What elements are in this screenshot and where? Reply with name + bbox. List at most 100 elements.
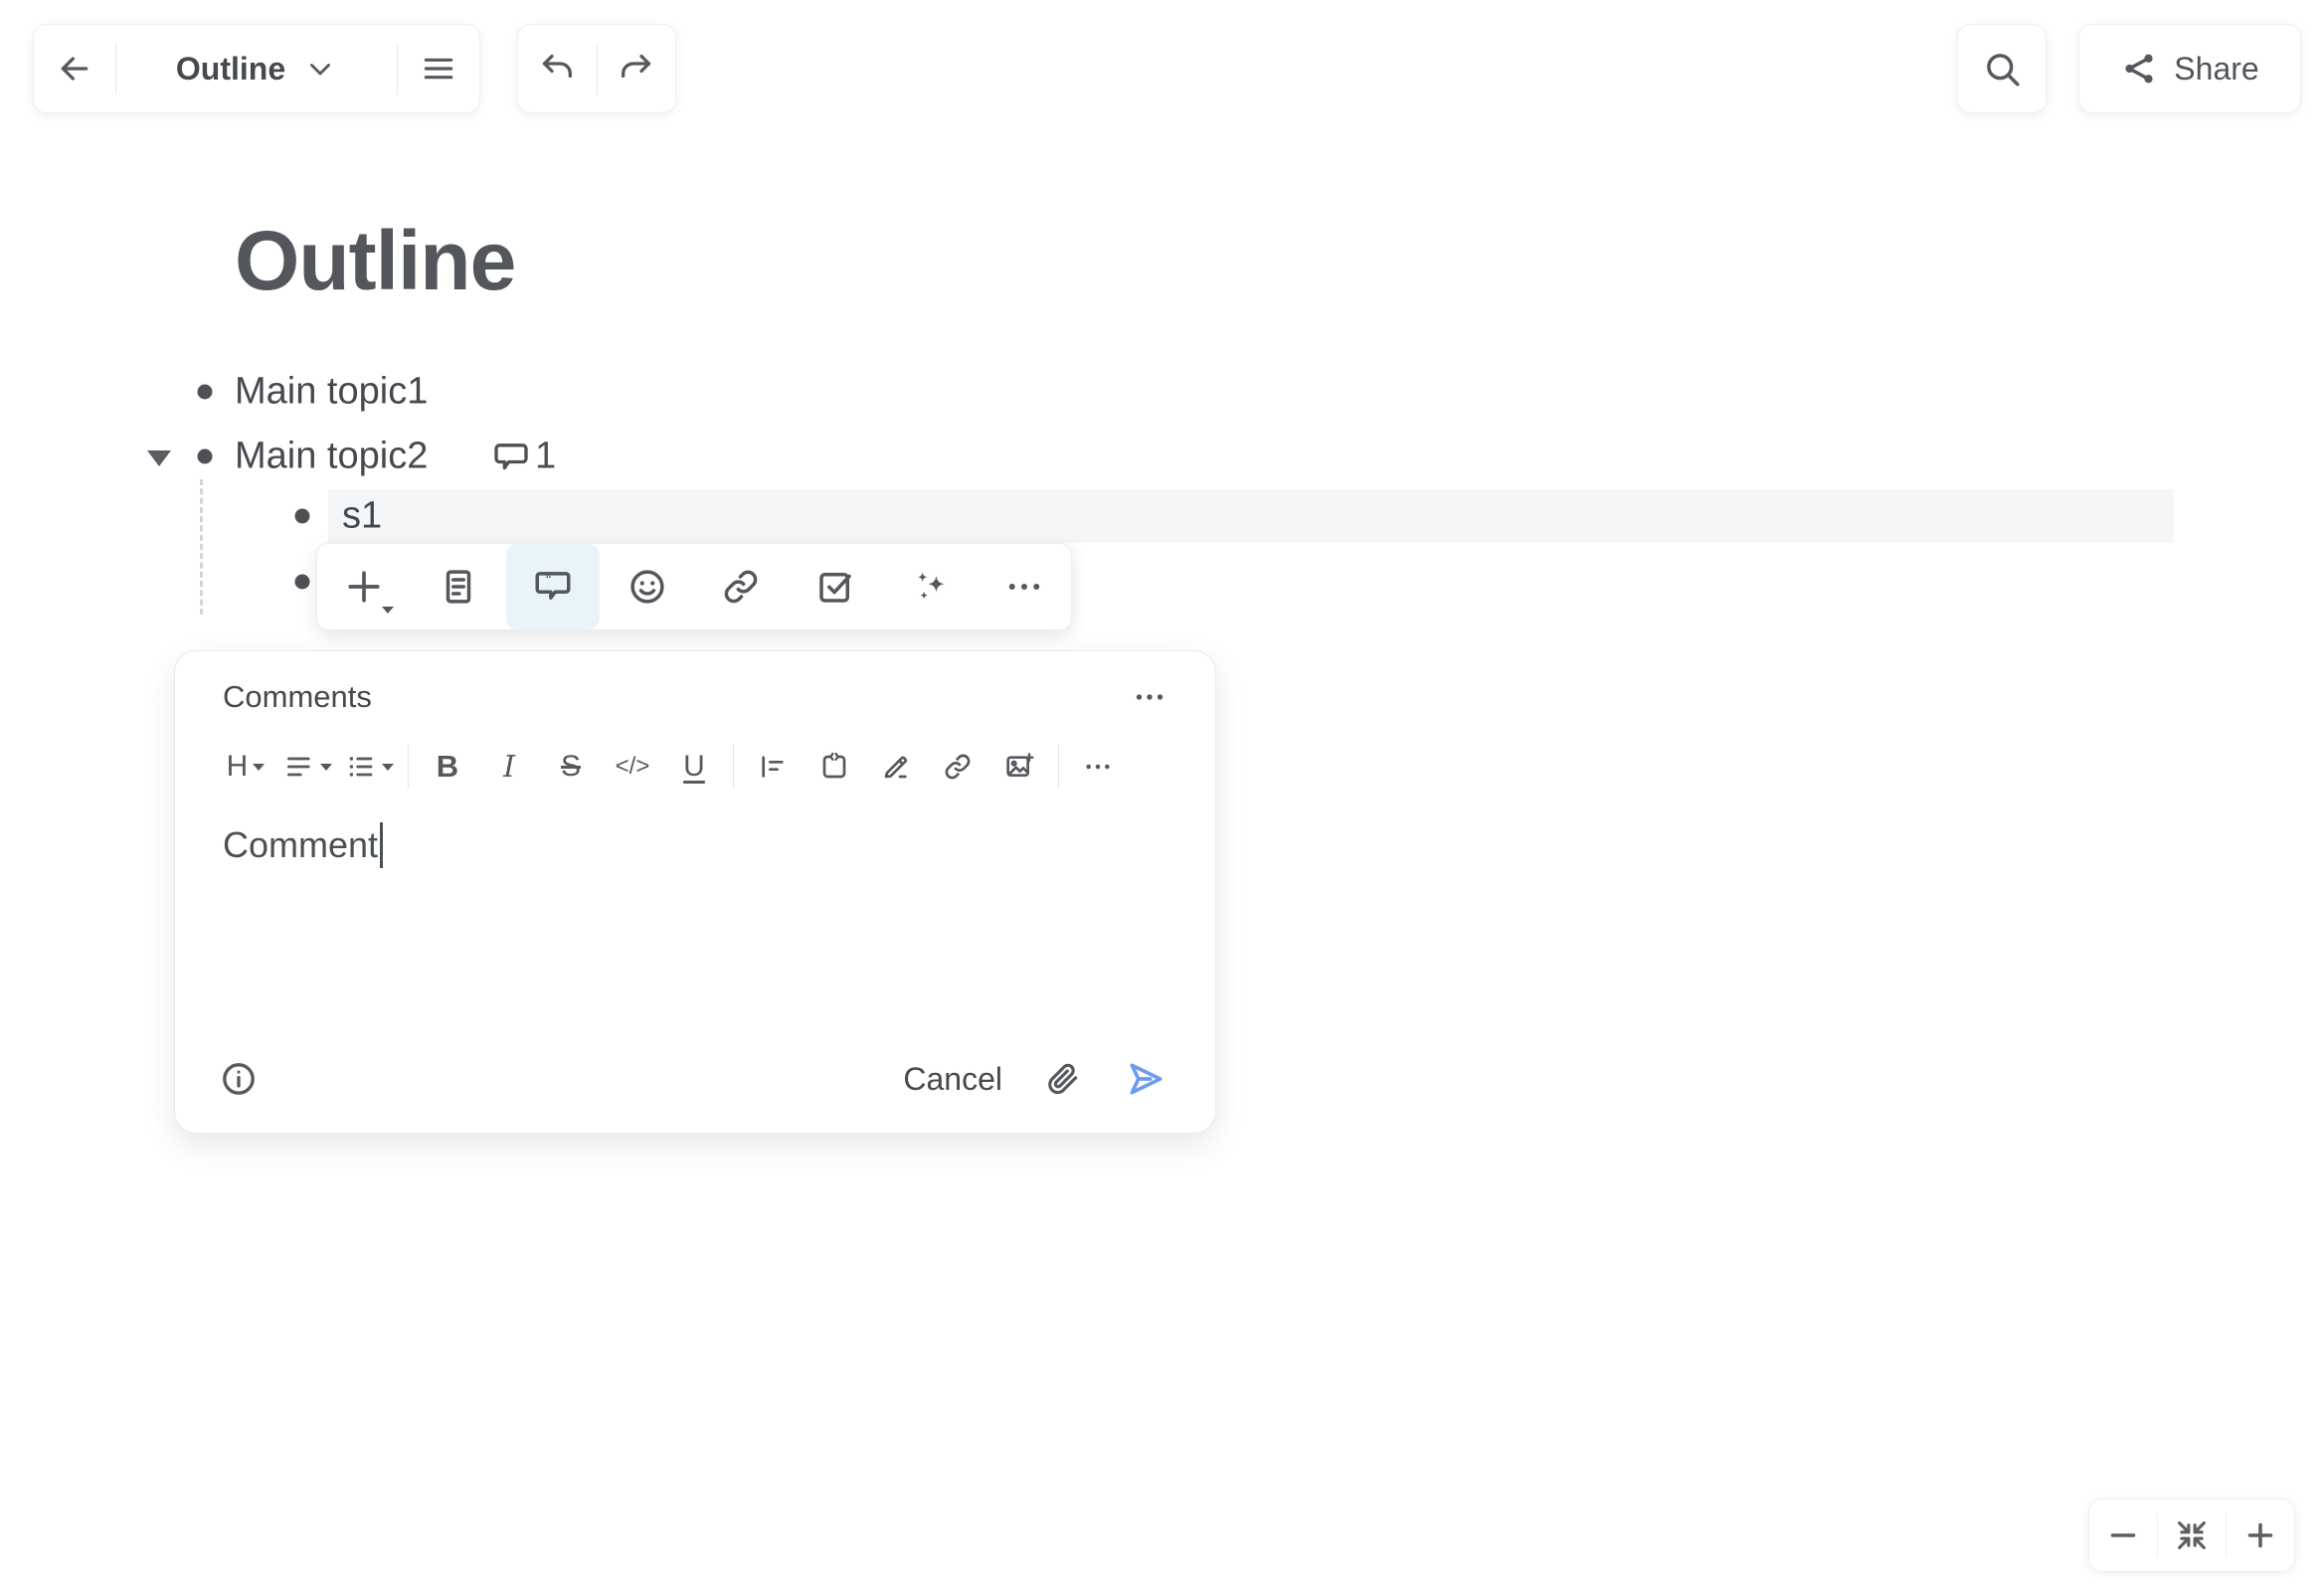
redo-icon: [617, 49, 656, 89]
chevron-down-icon: [382, 607, 394, 614]
underline-button[interactable]: U: [663, 743, 725, 791]
link-icon: [942, 751, 974, 783]
note-icon: [438, 566, 479, 608]
comments-panel: Comments H: [174, 650, 1216, 1134]
history-group: [517, 24, 676, 113]
insert-image-icon: [1003, 751, 1035, 783]
divider: [1058, 745, 1059, 789]
ai-sparkles-icon: [908, 565, 952, 609]
more-formats-button[interactable]: [1067, 743, 1129, 791]
ellipsis-icon: [1082, 751, 1114, 783]
highlighter-button[interactable]: [865, 743, 927, 791]
doc-switcher-label: Outline: [176, 51, 285, 88]
minus-icon: [2105, 1517, 2141, 1553]
zoom-in-button[interactable]: [2227, 1517, 2294, 1553]
share-button[interactable]: Share: [2078, 24, 2301, 113]
search-button[interactable]: [1957, 24, 2047, 113]
comment-input[interactable]: Comment: [223, 822, 383, 868]
send-button[interactable]: [1124, 1057, 1167, 1101]
link-button[interactable]: [927, 743, 988, 791]
comments-panel-title: Comments: [223, 679, 372, 715]
code-block-button[interactable]: [804, 743, 865, 791]
comment-button[interactable]: “: [506, 544, 601, 629]
strikethrough-icon: S: [561, 750, 581, 784]
outline-item-main-topic1[interactable]: Main topic1: [235, 371, 428, 414]
bold-button[interactable]: B: [417, 743, 478, 791]
ellipsis-icon: [1003, 566, 1045, 608]
heading-button[interactable]: H: [215, 743, 276, 791]
emoji-icon: [626, 566, 668, 608]
share-button-label: Share: [2174, 51, 2258, 88]
bullet-list-icon: [345, 751, 377, 783]
bold-icon: B: [437, 749, 458, 785]
align-icon: [283, 751, 315, 783]
bullet-handle[interactable]: [295, 575, 310, 590]
info-button[interactable]: [219, 1059, 259, 1099]
chevron-down-icon: [253, 764, 265, 771]
add-icon: [342, 565, 386, 609]
inline-code-icon: </>: [616, 753, 650, 781]
arrow-left-icon: [55, 49, 94, 89]
ai-button[interactable]: [883, 544, 978, 629]
topbar-left-group: Outline: [33, 24, 480, 113]
checklist-icon: [814, 566, 856, 608]
outline-item-s1[interactable]: s1: [342, 495, 382, 538]
doc-switcher[interactable]: Outline: [116, 25, 397, 112]
paperclip-icon: [1044, 1060, 1082, 1098]
search-icon: [1981, 48, 2023, 89]
text-cursor: [380, 822, 383, 868]
comment-draft-text: Comment: [223, 824, 378, 866]
more-button[interactable]: [977, 544, 1071, 629]
bullet-handle[interactable]: [198, 385, 213, 400]
zoom-controls: [2088, 1499, 2295, 1572]
strikethrough-button[interactable]: S: [540, 743, 602, 791]
link-icon: [720, 566, 762, 608]
insert-image-button[interactable]: [988, 743, 1050, 791]
undo-button[interactable]: [518, 25, 597, 112]
underline-icon: U: [683, 750, 705, 784]
fit-to-screen-button[interactable]: [2158, 1516, 2226, 1554]
outline-editor-canvas: Outline: [0, 0, 2323, 1596]
code-block-icon: [818, 751, 850, 783]
svg-text:“: “: [546, 572, 551, 589]
checklist-button[interactable]: [789, 544, 883, 629]
menu-button[interactable]: [398, 25, 479, 112]
ordered-list-button[interactable]: [742, 743, 804, 791]
chevron-down-icon: [303, 52, 337, 86]
add-button[interactable]: [317, 544, 412, 629]
comment-bubble-icon: [491, 437, 531, 476]
redo-button[interactable]: [598, 25, 676, 112]
outline-item-main-topic2[interactable]: Main topic2: [235, 436, 428, 478]
highlighter-icon: [880, 751, 912, 783]
italic-icon: I: [503, 750, 515, 785]
bullet-handle[interactable]: [198, 449, 213, 464]
bullet-handle[interactable]: [295, 509, 310, 524]
row-highlight: [328, 489, 2174, 543]
back-button[interactable]: [34, 25, 115, 112]
comment-count-badge[interactable]: 1: [491, 436, 556, 478]
align-button[interactable]: [276, 743, 338, 791]
cancel-button[interactable]: Cancel: [903, 1061, 1002, 1098]
chevron-down-icon: [382, 764, 394, 771]
row-floating-toolbar: “: [316, 543, 1072, 630]
divider: [733, 745, 734, 789]
emoji-button[interactable]: [600, 544, 694, 629]
link-button[interactable]: [694, 544, 789, 629]
share-icon: [2120, 50, 2158, 88]
comment-count: 1: [535, 436, 556, 478]
attach-button[interactable]: [1044, 1060, 1082, 1098]
italic-button[interactable]: I: [478, 743, 540, 791]
comment-quote-icon: “: [532, 566, 574, 608]
bullet-list-button[interactable]: [338, 743, 400, 791]
page-title[interactable]: Outline: [235, 213, 515, 309]
ordered-list-icon: [757, 751, 789, 783]
zoom-out-button[interactable]: [2089, 1517, 2157, 1553]
inline-code-button[interactable]: </>: [602, 743, 663, 791]
panel-more-button[interactable]: [1132, 679, 1167, 715]
compress-icon: [2173, 1516, 2211, 1554]
divider: [408, 745, 409, 789]
note-button[interactable]: [412, 544, 506, 629]
plus-icon: [2242, 1517, 2278, 1553]
collapse-triangle-icon[interactable]: [147, 450, 171, 466]
comment-format-toolbar: H: [215, 743, 1175, 791]
